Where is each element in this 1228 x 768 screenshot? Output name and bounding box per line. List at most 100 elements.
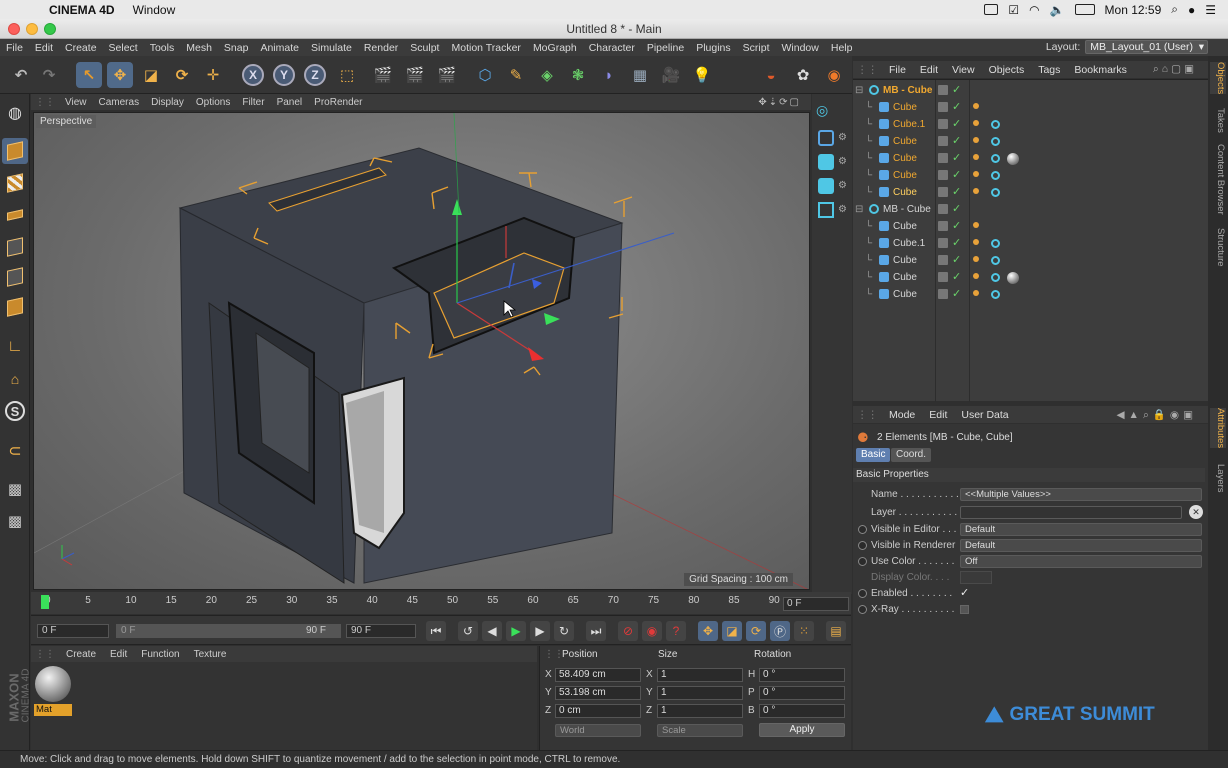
texture-mode-button[interactable] [2,170,28,196]
make-editable-button[interactable]: ◍ [2,100,28,126]
edges-mode-button[interactable] [2,264,28,290]
size-x-field[interactable]: 1 [657,668,743,682]
rot-p-field[interactable]: 0 ° [759,686,845,700]
y-axis-button[interactable]: Y [271,62,297,88]
snap-button[interactable]: S [2,398,28,424]
mat-menu-texture[interactable]: Texture [187,649,234,660]
z-axis-button[interactable]: Z [302,62,328,88]
locked-workplane-button[interactable]: ▩ [2,508,28,534]
object-row[interactable]: └ Cube ✓ [853,167,1208,184]
object-row[interactable]: ⊟ MB - Cube ✓ [853,82,1208,99]
sym-icon[interactable]: ◎ [816,102,828,119]
live-selection-button[interactable]: ↖ [76,62,102,88]
vtab-takes[interactable]: Takes [1210,108,1226,133]
layer-visibility-icon[interactable] [938,187,948,197]
rot-b-field[interactable]: 0 ° [759,704,845,718]
playhead[interactable] [41,595,49,609]
enabled-check-icon[interactable]: ✓ [952,150,961,167]
object-name[interactable]: MB - Cube [883,201,931,218]
phong-tag-icon[interactable] [973,120,979,126]
menu-animate[interactable]: Animate [254,42,305,54]
layer-clear-icon[interactable]: ✕ [1189,505,1203,519]
layer-visibility-icon[interactable] [938,221,948,231]
enabled-check-icon[interactable]: ✓ [952,269,961,286]
menu-mograph[interactable]: MoGraph [527,42,583,54]
apply-button[interactable]: Apply [759,723,845,737]
compositing-tag-icon[interactable] [991,239,1000,248]
spotlight-icon[interactable]: ⌕ [1171,2,1178,17]
close-window-button[interactable] [8,23,20,35]
enabled-checkbox[interactable]: ✓ [960,586,969,599]
object-name[interactable]: Cube [893,184,917,201]
phong-tag-icon[interactable] [973,103,979,109]
enabled-check-icon[interactable]: ✓ [952,99,961,116]
vp-menu-prorender[interactable]: ProRender [308,97,368,108]
layer-visibility-icon[interactable] [938,289,948,299]
object-row[interactable]: └ Cube ✓ [853,150,1208,167]
key-pla-button[interactable]: ⁙ [794,621,814,641]
layer-visibility-icon[interactable] [938,119,948,129]
enabled-radio[interactable] [858,589,867,598]
gear-icon-4[interactable]: ⚙ [838,204,847,215]
obj-menu-objects[interactable]: Objects [982,64,1032,76]
gear-icon-3[interactable]: ⚙ [838,180,847,191]
workplane-mode-button[interactable] [2,202,28,228]
use-color-dropdown[interactable]: Off [960,555,1202,568]
object-name[interactable]: MB - Cube [883,82,932,99]
vp-menu-cameras[interactable]: Cameras [93,97,146,108]
object-name[interactable]: Cube.1 [893,116,925,133]
volume-icon[interactable]: 🔈 [1050,3,1065,17]
pos-x-field[interactable]: 58.409 cm [555,668,641,682]
object-row[interactable]: └ Cube ✓ [853,252,1208,269]
key-position-button[interactable]: ✥ [698,621,718,641]
menu-help[interactable]: Help [825,42,859,54]
menu-edit[interactable]: Edit [29,42,59,54]
subdivision-button[interactable]: ◈ [534,62,560,88]
layer-visibility-icon[interactable] [938,170,948,180]
workplane-lock-button[interactable]: ▩ [2,476,28,502]
material-preview-ball[interactable] [35,666,71,702]
pos-z-field[interactable]: 0 cm [555,704,641,718]
object-row[interactable]: └ Cube ✓ [853,184,1208,201]
move-tool-button[interactable]: ✥ [107,62,133,88]
wifi-icon[interactable]: ◠ [1029,3,1039,17]
connect-icon[interactable] [818,154,834,170]
material-tag-icon[interactable] [1007,153,1019,165]
enabled-check-icon[interactable]: ✓ [952,133,961,150]
magnet-button[interactable]: ⊂ [2,438,28,464]
compositing-tag-icon[interactable] [991,120,1000,129]
enabled-check-icon[interactable]: ✓ [952,184,961,201]
timeline-ruler[interactable]: 051015202530354045505560657075808590 0 F [31,592,851,614]
cloner-button[interactable]: ❃ [565,62,591,88]
vtab-content-browser[interactable]: Content Browser [1210,144,1226,215]
compositing-tag-icon[interactable] [991,137,1000,146]
camera-button[interactable]: 🎥 [658,62,684,88]
gear-icon-2[interactable]: ⚙ [838,156,847,167]
vp-menu-options[interactable]: Options [190,97,236,108]
vtab-layers[interactable]: Layers [1210,464,1226,493]
menu-create[interactable]: Create [59,42,103,54]
max-time-field[interactable]: 90 F [346,624,416,638]
goto-end-button[interactable]: ⏭ [586,621,606,641]
vp-menu-display[interactable]: Display [145,97,190,108]
min-time-field[interactable]: 0 F [37,624,109,638]
visible-renderer-dropdown[interactable]: Default [960,539,1202,552]
axis-mode-button[interactable]: ∟ [2,334,28,360]
key-scale-button[interactable]: ◪ [722,621,742,641]
battery-icon[interactable] [1074,4,1095,15]
next-key-button[interactable]: ↻ [554,621,574,641]
enabled-check-icon[interactable]: ✓ [952,235,961,252]
phong-tag-icon[interactable] [973,171,979,177]
use-color-radio[interactable] [858,557,867,566]
x-axis-button[interactable]: X [240,62,266,88]
compositing-tag-icon[interactable] [991,188,1000,197]
object-row[interactable]: └ Cube ✓ [853,269,1208,286]
object-row[interactable]: └ Cube ✓ [853,286,1208,303]
object-row[interactable]: └ Cube ✓ [853,99,1208,116]
siri-icon[interactable]: ● [1188,3,1195,17]
enabled-check-icon[interactable]: ✓ [952,167,961,184]
size-z-field[interactable]: 1 [657,704,743,718]
tab-basic[interactable]: Basic [856,448,891,462]
mat-menu-function[interactable]: Function [134,649,186,660]
enabled-check-icon[interactable]: ✓ [952,116,961,133]
